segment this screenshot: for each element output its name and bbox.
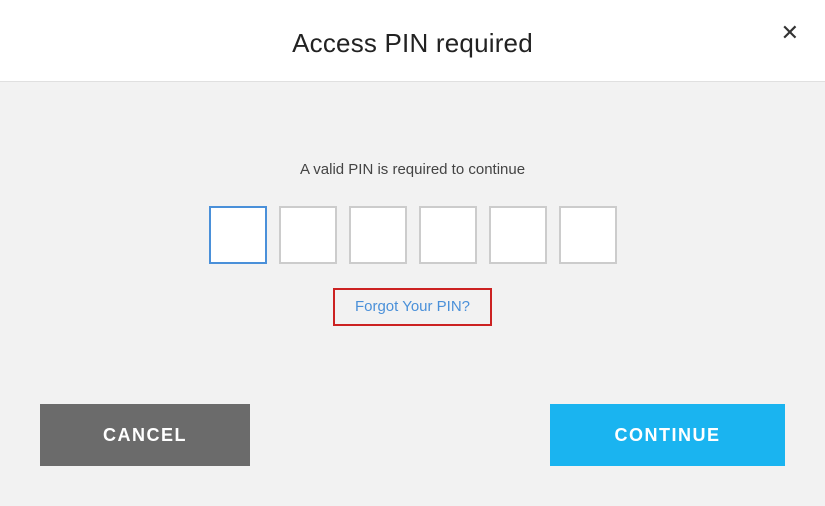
pin-input-2[interactable] [279, 206, 337, 264]
dialog-body: A valid PIN is required to continue Forg… [0, 82, 825, 404]
cancel-button[interactable]: CANCEL [40, 404, 250, 466]
pin-input-5[interactable] [489, 206, 547, 264]
close-button[interactable]: ✕ [777, 18, 803, 48]
access-pin-dialog: Access PIN required ✕ A valid PIN is req… [0, 0, 825, 506]
pin-input-6[interactable] [559, 206, 617, 264]
dialog-header: Access PIN required ✕ [0, 0, 825, 82]
dialog-title: Access PIN required [20, 28, 805, 59]
subtitle-text: A valid PIN is required to continue [300, 161, 525, 178]
forgot-pin-button[interactable]: Forgot Your PIN? [355, 298, 470, 315]
forgot-pin-wrapper: Forgot Your PIN? [333, 288, 492, 326]
continue-button[interactable]: CONTINUE [550, 404, 785, 466]
pin-input-4[interactable] [419, 206, 477, 264]
pin-input-group [209, 206, 617, 264]
dialog-footer: CANCEL CONTINUE [0, 404, 825, 506]
pin-input-3[interactable] [349, 206, 407, 264]
pin-input-1[interactable] [209, 206, 267, 264]
